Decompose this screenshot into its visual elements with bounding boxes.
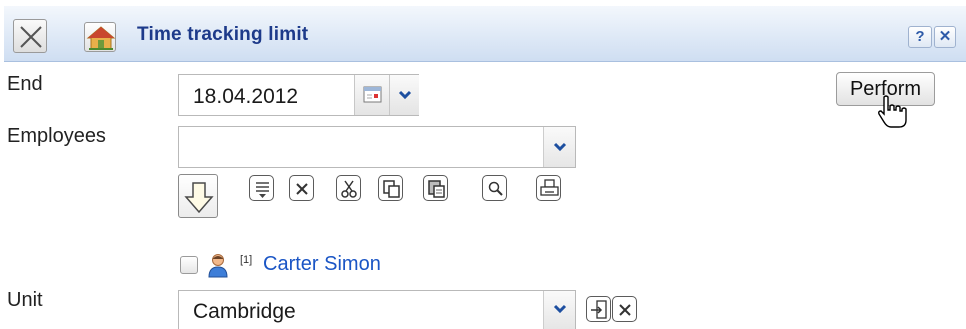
unit-open-button[interactable]: [586, 296, 611, 322]
hand-cursor-icon: [878, 95, 907, 128]
unit-clear-button[interactable]: [612, 296, 637, 322]
chevron-down-icon: [398, 90, 412, 100]
calendar-button[interactable]: [354, 75, 389, 115]
close-button[interactable]: ✕: [934, 26, 956, 48]
copy-button[interactable]: [378, 175, 403, 201]
remove-button[interactable]: [289, 175, 314, 201]
close-icon: [20, 26, 42, 48]
open-icon: [591, 300, 607, 319]
remove-icon: [619, 304, 631, 316]
employees-dropdown-button[interactable]: [543, 127, 575, 167]
print-button[interactable]: [536, 175, 561, 201]
print-icon: [540, 179, 559, 196]
chevron-down-icon: [553, 142, 567, 152]
cut-button[interactable]: [336, 175, 361, 201]
paste-button[interactable]: [423, 175, 448, 201]
person-icon: [208, 254, 228, 278]
date-dropdown-button[interactable]: [389, 75, 419, 115]
list-icon: [256, 182, 269, 198]
cut-icon: [341, 180, 357, 198]
unit-label: Unit: [7, 289, 43, 311]
copy-icon: [383, 180, 400, 198]
time-tracking-limit-dialog: Time tracking limit ? ✕ End 18.04.2012 P…: [0, 0, 966, 329]
employees-select[interactable]: [178, 126, 576, 168]
close-window-button[interactable]: [13, 19, 47, 53]
unit-select[interactable]: Cambridge: [178, 290, 576, 329]
calendar-icon: [363, 86, 382, 103]
list-button[interactable]: [249, 175, 274, 201]
home-button[interactable]: [84, 22, 116, 52]
end-date-field[interactable]: 18.04.2012: [178, 74, 419, 116]
end-label: End: [7, 73, 43, 95]
home-icon: [86, 26, 116, 50]
search-button[interactable]: [482, 175, 507, 201]
unit-dropdown-button[interactable]: [543, 291, 575, 329]
employee-index: [1]: [240, 254, 253, 266]
help-button[interactable]: ?: [908, 26, 932, 48]
chevron-down-icon: [553, 304, 567, 314]
window-title: Time tracking limit: [137, 24, 309, 45]
remove-icon: [296, 183, 308, 195]
paste-icon: [428, 180, 445, 198]
search-icon: [488, 181, 503, 196]
move-down-button[interactable]: [178, 174, 218, 218]
employee-checkbox[interactable]: [180, 256, 198, 274]
employee-name-link[interactable]: Carter Simon: [263, 253, 381, 276]
title-bar: Time tracking limit ? ✕: [4, 6, 966, 62]
employees-label: Employees: [7, 125, 106, 147]
end-date-value: 18.04.2012: [193, 85, 299, 108]
move-down-icon: [184, 182, 214, 214]
unit-value: Cambridge: [193, 300, 296, 323]
